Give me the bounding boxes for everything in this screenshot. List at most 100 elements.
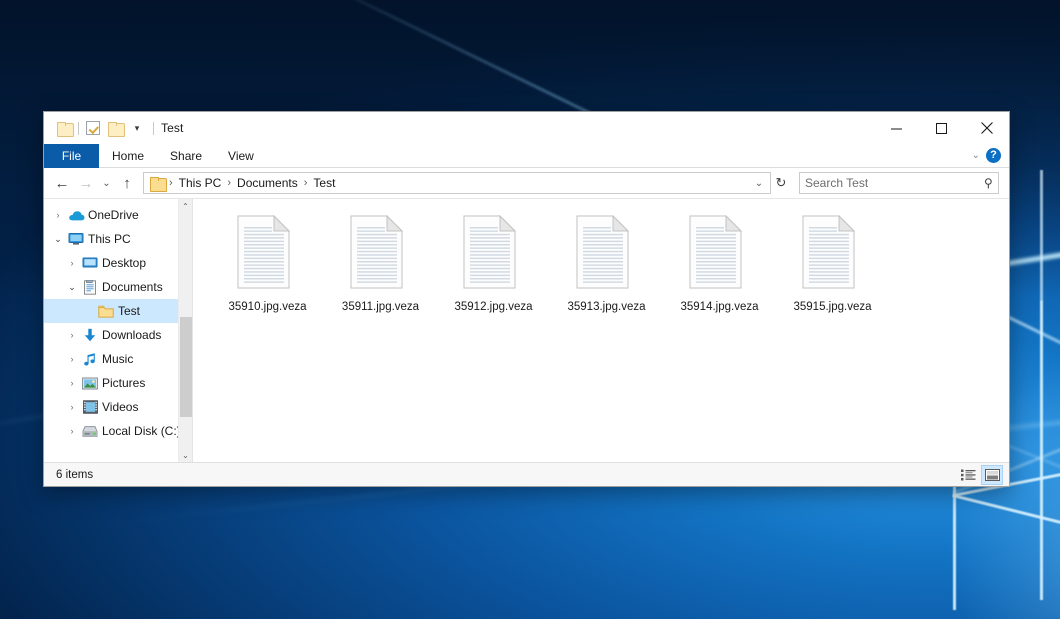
file-name-label: 35914.jpg.veza xyxy=(680,301,758,313)
file-name-label: 35915.jpg.veza xyxy=(793,301,871,313)
file-grid: 35910.jpg.veza 35911.jpg.veza 35912.jpg.ve… xyxy=(211,213,1009,313)
file-explorer-window: ▾ Test File Home Share View ⌄ ? ← xyxy=(43,111,1010,487)
sidebar-item-pictures[interactable]: › Pictures xyxy=(44,371,192,395)
sidebar-item-videos[interactable]: › Videos xyxy=(44,395,192,419)
forward-button: → xyxy=(74,171,98,195)
chevron-right-icon[interactable]: › xyxy=(64,378,80,388)
window-controls xyxy=(874,112,1009,144)
divider xyxy=(153,122,154,135)
navigation-pane: ›OneDrive ⌄ This PC › Desktop ⌄ Documents Test ›… xyxy=(44,199,192,462)
qat-properties-button[interactable] xyxy=(82,117,104,139)
maximize-button[interactable] xyxy=(919,112,964,144)
up-button[interactable]: ↑ xyxy=(115,171,139,195)
sidebar-item-local-disk-c[interactable]: ›Local Disk (C:) xyxy=(44,419,192,443)
file-item[interactable]: 35914.jpg.veza xyxy=(663,213,776,313)
sidebar-item-onedrive[interactable]: ›OneDrive xyxy=(44,203,192,227)
close-button[interactable] xyxy=(964,112,1009,144)
chevron-right-icon[interactable]: › xyxy=(64,354,80,364)
qat-folder-button[interactable] xyxy=(53,117,75,139)
expand-ribbon-chevron-down-icon[interactable]: ⌄ xyxy=(972,150,980,161)
quick-access-toolbar: ▾ xyxy=(53,117,148,139)
chevron-right-icon[interactable]: › xyxy=(64,330,80,340)
sidebar-item-label: Desktop xyxy=(100,256,146,270)
sidebar-item-test[interactable]: Test xyxy=(44,299,192,323)
title-bar: ▾ Test xyxy=(44,112,1009,144)
file-item[interactable]: 35912.jpg.veza xyxy=(437,213,550,313)
search-box[interactable]: Search Test ⚲ xyxy=(799,172,999,194)
folder-icon xyxy=(150,177,165,190)
sidebar-item-downloads[interactable]: › Downloads xyxy=(44,323,192,347)
address-bar[interactable]: › This PC › Documents › Test ⌄ xyxy=(143,172,771,194)
view-toggle-group xyxy=(957,465,1003,485)
sidebar-item-documents[interactable]: ⌄ Documents xyxy=(44,275,192,299)
chevron-right-icon[interactable]: › xyxy=(64,426,80,436)
address-dropdown-chevron-down-icon[interactable]: ⌄ xyxy=(750,178,768,189)
sidebar-item-label: Pictures xyxy=(100,376,145,390)
help-icon[interactable]: ? xyxy=(986,148,1001,163)
divider xyxy=(78,122,79,135)
chevron-right-icon[interactable]: › xyxy=(64,402,80,412)
tab-home[interactable]: Home xyxy=(99,144,157,168)
generic-document-icon xyxy=(802,215,864,293)
scroll-up-button[interactable]: ⌃ xyxy=(179,199,192,213)
sidebar-item-label: Test xyxy=(116,304,140,318)
large-icons-view-button[interactable] xyxy=(981,465,1003,485)
tab-file[interactable]: File xyxy=(44,144,99,168)
file-name-label: 35912.jpg.veza xyxy=(454,301,532,313)
breadcrumb-item-this-pc[interactable]: This PC xyxy=(174,176,227,190)
status-bar: 6 items xyxy=(44,462,1009,486)
navigation-scrollbar[interactable]: ⌃ ⌄ xyxy=(178,199,192,462)
item-count-label: 6 items xyxy=(50,469,93,481)
file-list-pane[interactable]: 35910.jpg.veza 35911.jpg.veza 35912.jpg.ve… xyxy=(192,199,1009,462)
tab-view[interactable]: View xyxy=(215,144,267,168)
tab-share[interactable]: Share xyxy=(157,144,215,168)
breadcrumb-item-test[interactable]: Test xyxy=(308,176,340,190)
refresh-button[interactable]: ↻ xyxy=(771,175,791,191)
search-input[interactable]: Search Test xyxy=(805,176,984,190)
recent-locations-button[interactable]: ⌄ xyxy=(98,171,115,195)
chevron-down-icon[interactable]: ⌄ xyxy=(64,282,80,293)
sidebar-item-label: This PC xyxy=(86,232,131,246)
folder-icon xyxy=(96,305,116,318)
minimize-button[interactable] xyxy=(874,112,919,144)
properties-checkmark-icon xyxy=(86,121,100,135)
back-button[interactable]: ← xyxy=(50,171,74,195)
generic-document-icon xyxy=(463,215,525,293)
chevron-down-icon[interactable]: ⌄ xyxy=(50,234,66,245)
ribbon-tab-bar: File Home Share View ⌄ ? xyxy=(44,144,1009,168)
windows-logo-beam xyxy=(1040,300,1043,600)
file-item[interactable]: 35915.jpg.veza xyxy=(776,213,889,313)
search-icon: ⚲ xyxy=(984,176,993,190)
windows-logo-beam xyxy=(1040,170,1043,300)
window-body: ›OneDrive ⌄ This PC › Desktop ⌄ Documents Test ›… xyxy=(44,198,1009,462)
desktop-icon xyxy=(80,256,100,270)
scrollbar-thumb[interactable] xyxy=(180,317,192,417)
sidebar-item-label: Downloads xyxy=(100,328,161,342)
file-name-label: 35913.jpg.veza xyxy=(567,301,645,313)
videos-film-icon xyxy=(80,400,100,414)
file-item[interactable]: 35910.jpg.veza xyxy=(211,213,324,313)
file-item[interactable]: 35913.jpg.veza xyxy=(550,213,663,313)
file-item[interactable]: 35911.jpg.veza xyxy=(324,213,437,313)
folder-icon xyxy=(57,122,72,135)
downloads-arrow-icon xyxy=(80,328,100,343)
address-bar-row: ← → ⌄ ↑ › This PC › Documents › Test ⌄ ↻… xyxy=(44,168,1009,198)
chevron-right-icon[interactable]: › xyxy=(64,258,80,268)
sidebar-item-label: Documents xyxy=(100,280,163,294)
generic-document-icon xyxy=(689,215,751,293)
chevron-right-icon[interactable]: › xyxy=(50,210,66,220)
qat-customize-button[interactable]: ▾ xyxy=(126,117,148,139)
sidebar-item-this-pc[interactable]: ⌄ This PC xyxy=(44,227,192,251)
sidebar-item-desktop[interactable]: › Desktop xyxy=(44,251,192,275)
chevron-down-icon: ▾ xyxy=(133,124,142,133)
details-view-button[interactable] xyxy=(957,465,979,485)
documents-icon xyxy=(80,280,100,295)
file-name-label: 35910.jpg.veza xyxy=(228,301,306,313)
sidebar-item-music[interactable]: ›Music xyxy=(44,347,192,371)
pictures-icon xyxy=(80,377,100,390)
sidebar-item-label: Videos xyxy=(100,400,138,414)
generic-document-icon xyxy=(237,215,299,293)
scroll-down-button[interactable]: ⌄ xyxy=(179,448,192,462)
breadcrumb-item-documents[interactable]: Documents xyxy=(232,176,303,190)
qat-new-folder-button[interactable] xyxy=(104,117,126,139)
